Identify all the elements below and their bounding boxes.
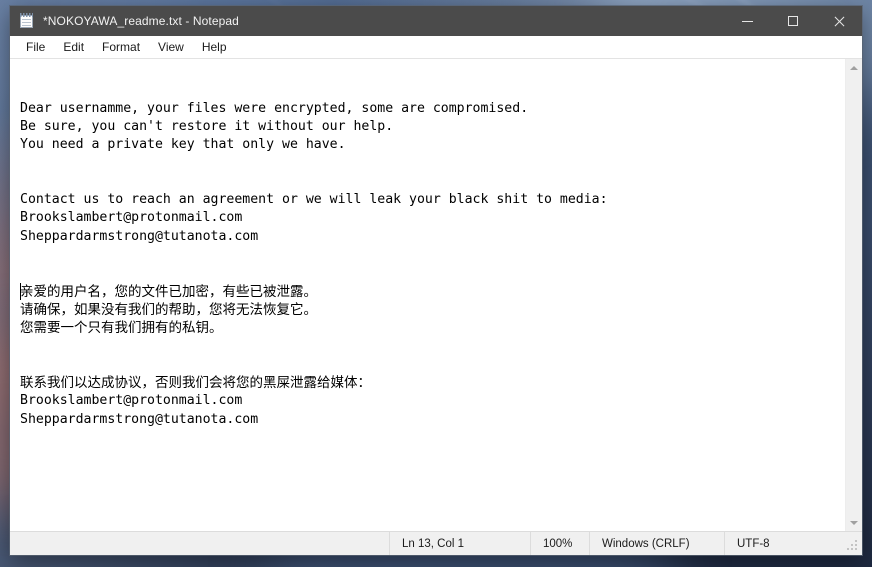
text-line — [20, 173, 845, 191]
resize-grip-icon[interactable] — [846, 539, 860, 553]
text-line — [20, 337, 845, 355]
text-line — [20, 246, 845, 264]
text-line: 亲爱的用户名，您的文件已加密，有些已被泄露。 — [20, 283, 317, 300]
vertical-scrollbar[interactable] — [845, 59, 862, 531]
text-line — [20, 356, 845, 374]
menu-item-edit[interactable]: Edit — [54, 38, 93, 56]
text-line: Sheppardarmstrong@tutanota.com — [20, 228, 259, 244]
menu-item-format[interactable]: Format — [93, 38, 149, 56]
text-line: Sheppardarmstrong@tutanota.com — [20, 411, 259, 427]
close-icon — [834, 16, 845, 27]
text-caret — [20, 283, 21, 300]
editor-region: Dear usernamme, your files were encrypte… — [10, 58, 862, 531]
text-line: Brookslambert@protonmail.com — [20, 393, 243, 409]
status-zoom-level[interactable]: 100% — [530, 532, 589, 555]
status-line-ending[interactable]: Windows (CRLF) — [589, 532, 724, 555]
menu-item-help[interactable]: Help — [193, 38, 236, 56]
text-editor[interactable]: Dear usernamme, your files were encrypte… — [10, 59, 845, 531]
window-title: *NOKOYAWA_readme.txt - Notepad — [43, 14, 239, 28]
text-line: Brookslambert@protonmail.com — [20, 210, 243, 226]
window-controls — [724, 6, 862, 36]
notepad-window: *NOKOYAWA_readme.txt - Notepad File Edit… — [10, 6, 862, 555]
status-encoding[interactable]: UTF-8 — [724, 532, 846, 555]
status-bar: Ln 13, Col 1 100% Windows (CRLF) UTF-8 — [10, 531, 862, 555]
title-bar[interactable]: *NOKOYAWA_readme.txt - Notepad — [10, 6, 862, 36]
status-bar-spacer — [10, 532, 389, 555]
menu-item-file[interactable]: File — [17, 38, 54, 56]
chevron-up-icon — [850, 65, 858, 70]
scroll-down-button[interactable] — [846, 514, 862, 531]
text-line: 请确保，如果没有我们的帮助，您将无法恢复它。 — [20, 301, 317, 318]
maximize-button[interactable] — [770, 6, 816, 36]
text-line — [20, 264, 845, 282]
chevron-down-icon — [850, 520, 858, 525]
maximize-icon — [787, 15, 799, 27]
text-line: Dear usernamme, your files were encrypte… — [20, 100, 529, 116]
text-line: Contact us to reach an agreement or we w… — [20, 192, 608, 208]
close-button[interactable] — [816, 6, 862, 36]
minimize-button[interactable] — [724, 6, 770, 36]
scroll-up-button[interactable] — [846, 59, 862, 76]
document-text: Dear usernamme, your files were encrypte… — [20, 100, 845, 429]
text-line: You need a private key that only we have… — [20, 137, 346, 153]
text-line — [20, 154, 845, 172]
menu-item-view[interactable]: View — [149, 38, 193, 56]
scrollbar-track[interactable] — [846, 76, 862, 514]
minimize-icon — [741, 16, 753, 27]
text-line: Be sure, you can't restore it without ou… — [20, 118, 394, 134]
menu-bar: File Edit Format View Help — [10, 36, 862, 58]
text-line: 您需要一个只有我们拥有的私钥。 — [20, 320, 223, 337]
status-cursor-position[interactable]: Ln 13, Col 1 — [389, 532, 530, 555]
text-line: 联系我们以达成协议，否则我们会将您的黑屎泄露给媒体： — [20, 375, 371, 392]
notepad-icon — [19, 13, 35, 29]
